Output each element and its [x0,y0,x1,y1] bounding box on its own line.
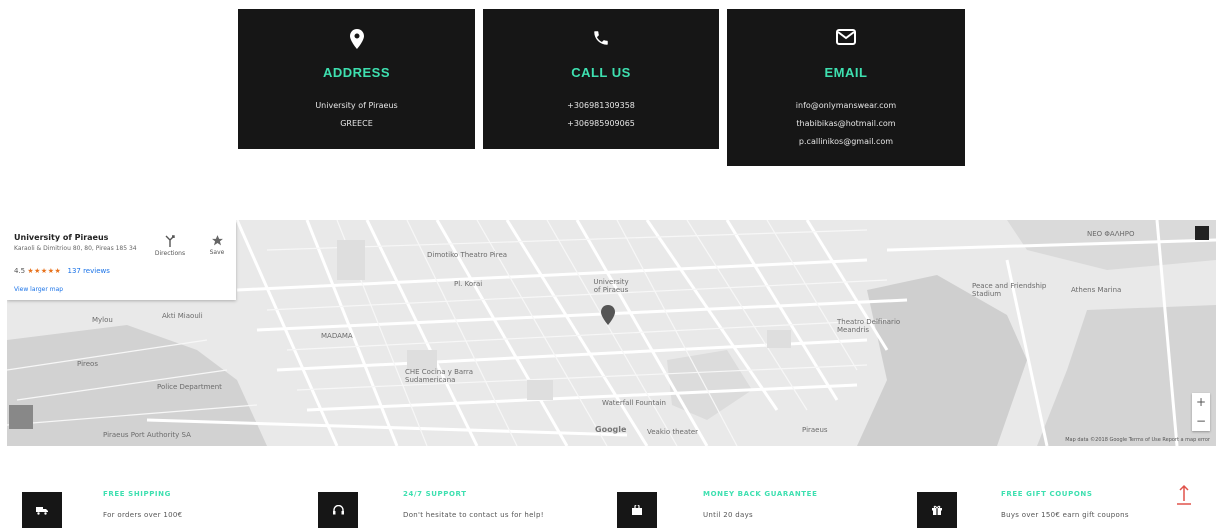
map-label-pireos: Pireos [77,360,98,368]
google-logo: Google [595,425,627,434]
map-label-akti-miaouli: Akti Miaouli [162,312,203,320]
zoom-control: + − [1192,393,1210,431]
star-icon [211,235,223,246]
call-card: CALL US +306981309358 +306985909065 [483,9,719,149]
directions-label: Directions [154,250,186,257]
map-label-neo-faliro: ΝΕΟ ΦΑΛΗΡΟ [1087,230,1135,238]
gift-icon [917,492,957,528]
map-label-pl-korai: Pl. Korai [454,280,483,288]
map-label-theatro-delfinario: Theatro Delfinario Meandris [837,318,901,334]
address-line-1: University of Piraeus [315,101,398,110]
email-address-3[interactable]: p.callinikos@gmail.com [727,133,965,151]
arrow-up-icon [1177,484,1191,505]
email-address-1[interactable]: info@onlymanswear.com [727,97,965,115]
map-label-university: University of Piraeus [593,278,629,294]
map-label-veakio: Veakio theater [647,428,699,436]
email-address-2[interactable]: thabibikas@hotmail.com [727,115,965,133]
map-label-piraeus: Piraeus [802,426,828,434]
map-footer[interactable]: Map data ©2018 Google Terms of Use Repor… [1065,437,1210,443]
email-title: EMAIL [824,65,868,80]
map-label-police: Police Department [157,383,222,391]
view-larger-map-link[interactable]: View larger map [14,286,63,293]
shopping-bag-icon [617,492,657,528]
reviews-link[interactable]: 137 reviews [68,267,110,275]
headset-icon [318,492,358,528]
address-line-2: GREECE [340,119,373,128]
call-title: CALL US [571,65,631,80]
feature-title-coupons: FREE GIFT COUPONS [1001,490,1093,498]
zoom-out-button[interactable]: − [1192,412,1210,431]
place-info-card: University of Piraeus Karaoli & Dimitrio… [7,220,236,300]
map-label-che-cocina: CHE Cocina y Barra Sudamericana [405,368,474,384]
feature-desc-shipping: For orders over 100€ [103,511,183,519]
email-card: EMAIL info@onlymanswear.com thabibikas@h… [727,9,965,166]
back-to-top-button[interactable] [1176,484,1192,506]
map-pin-icon [238,29,475,51]
map-label-madama: MADAMA [321,332,353,340]
feature-title-guarantee: MONEY BACK GUARANTEE [703,490,818,498]
truck-icon [22,492,62,528]
place-name: University of Piraeus [14,233,109,242]
feature-title-support: 24/7 SUPPORT [403,490,467,498]
feature-desc-guarantee: Until 20 days [703,511,753,519]
save-button[interactable]: Save [203,234,231,256]
save-label: Save [209,249,225,256]
map-label-athens-marina: Athens Marina [1071,286,1122,294]
directions-icon [165,235,175,247]
rating-stars: ★★★★★ [27,267,62,275]
map-label-waterfall: Waterfall Fountain [602,399,666,407]
fullscreen-button[interactable] [1195,226,1209,240]
zoom-in-button[interactable]: + [1192,393,1210,412]
phone-icon [483,29,719,51]
google-map[interactable]: Dimotiko Theatro Pirea Pl. Korai MADAMA … [7,220,1216,446]
place-rating: 4.5 ★★★★★ 137 reviews [14,267,110,275]
rating-value: 4.5 [14,267,26,275]
map-label-mylou: Mylou [92,316,113,324]
phone-number-2[interactable]: +306985909065 [483,115,719,133]
directions-button[interactable]: Directions [150,234,190,257]
feature-desc-coupons: Buys over 150€ earn gift coupons [1001,511,1129,519]
feature-title-shipping: FREE SHIPPING [103,490,171,498]
map-label-peace-friendship: Peace and Friendship Stadium [972,282,1047,298]
envelope-icon [727,29,965,51]
map-label-port-authority: Piraeus Port Authority SA [103,431,191,439]
phone-number-1[interactable]: +306981309358 [483,97,719,115]
feature-desc-support: Don't hesitate to contact us for help! [403,511,544,519]
map-label-dimotiko: Dimotiko Theatro Pirea [427,251,508,259]
address-title: ADDRESS [322,65,391,80]
address-card: ADDRESS University of Piraeus GREECE [238,9,475,149]
place-address: Karaoli & Dimitriou 80, 80, Pireas 185 3… [14,245,137,252]
